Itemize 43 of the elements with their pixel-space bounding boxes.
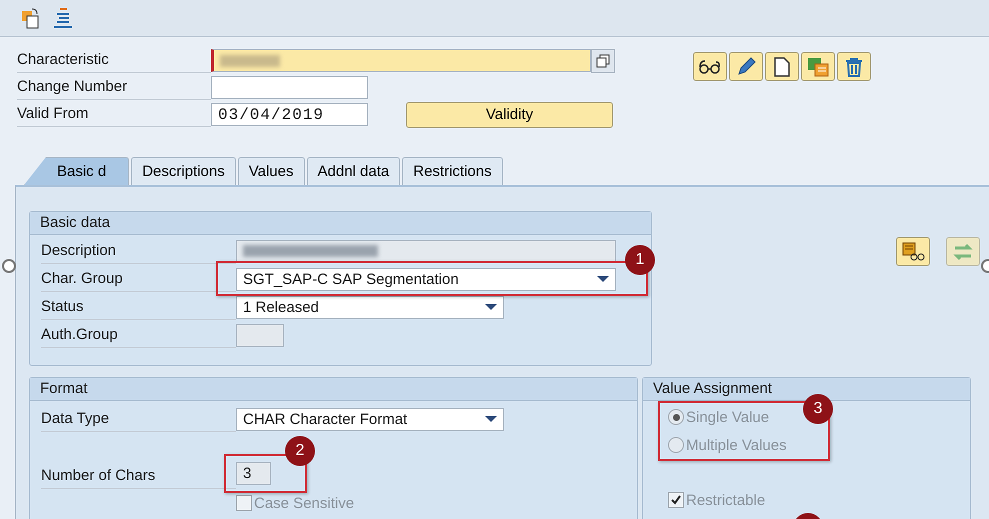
checkmark-icon	[670, 494, 682, 506]
group-title: Basic data	[30, 212, 651, 235]
create-button[interactable]	[765, 52, 799, 81]
trash-icon	[844, 56, 864, 76]
copy-icon	[596, 54, 610, 68]
description-field[interactable]	[236, 240, 616, 262]
delete-button[interactable]	[837, 52, 871, 81]
arrows-icon	[952, 242, 974, 262]
pencil-icon	[736, 56, 756, 76]
input-field[interactable]: 3	[236, 462, 271, 485]
dropdown-field[interactable]: CHAR Character Format	[236, 408, 504, 430]
characteristic-field[interactable]	[211, 49, 591, 72]
tab[interactable]: Values	[238, 157, 304, 185]
switch-button[interactable]	[946, 237, 980, 266]
stacked-documents-icon	[807, 56, 829, 76]
group-title: Value Assignment	[643, 378, 970, 401]
tab[interactable]: Restrictions	[402, 157, 503, 185]
dropdown-caret-icon	[485, 416, 497, 422]
display-text-button[interactable]	[896, 237, 930, 266]
glasses-icon	[698, 58, 722, 74]
tab[interactable]: Addnl data	[306, 157, 400, 185]
dropdown-field[interactable]: 1 Released	[236, 296, 504, 318]
copy-from-button[interactable]	[801, 52, 835, 81]
date-field[interactable]: 03/04/2019	[211, 103, 368, 126]
tab[interactable]: Descriptions	[131, 157, 236, 185]
document-icon	[774, 56, 790, 76]
blurred-text	[220, 54, 280, 66]
validity-button[interactable]: Validity	[406, 102, 613, 128]
field-label: Number of Chars	[41, 464, 236, 489]
input-field[interactable]	[211, 76, 368, 99]
tab[interactable]: Basic d	[24, 157, 130, 185]
input-field[interactable]	[236, 324, 284, 346]
field-label: Description	[41, 238, 236, 264]
dropdown-field[interactable]: SGT_SAP-C SAP Segmentation	[236, 268, 616, 290]
dropdown-caret-icon	[485, 304, 497, 310]
display-button[interactable]	[693, 52, 727, 81]
dropdown-caret-icon	[597, 276, 609, 282]
document-glasses-icon	[901, 242, 925, 262]
group-title: Format	[30, 378, 637, 401]
edit-button[interactable]	[729, 52, 763, 81]
copy-button[interactable]	[591, 48, 615, 72]
stacked-lines-icon	[52, 7, 74, 29]
resize-handle[interactable]	[2, 259, 16, 273]
